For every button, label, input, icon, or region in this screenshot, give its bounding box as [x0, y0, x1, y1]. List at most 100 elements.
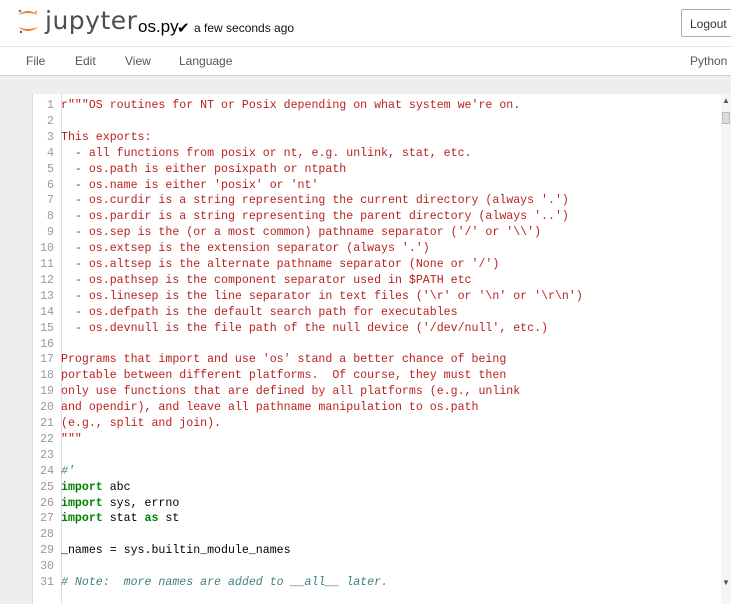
code-text: _names = sys.builtin_module_names	[61, 544, 291, 558]
code-line[interactable]: 19 only use functions that are defined by…	[33, 384, 723, 400]
line-number: 16	[40, 337, 54, 351]
code-text: - os.name is either 'posix' or 'nt'	[61, 178, 319, 192]
code-line[interactable]: 16	[33, 337, 723, 353]
code-token: abc	[102, 480, 131, 494]
code-editor[interactable]: 1 r"""OS routines for NT or Posix dependi…	[32, 94, 731, 604]
line-number: 31	[40, 576, 54, 589]
code-line[interactable]: 4 - all functions from posix or nt, e.g.…	[33, 146, 723, 162]
code-line[interactable]: 22 """	[33, 432, 723, 448]
code-text: r"""OS routines for NT or Posix dependin…	[61, 99, 521, 112]
code-text: - os.extsep is the extension separator (…	[61, 242, 430, 256]
scroll-up-icon[interactable]: ▲	[722, 96, 730, 105]
code-line[interactable]: 1 r"""OS routines for NT or Posix dependi…	[33, 98, 723, 114]
menu-view[interactable]: View	[125, 54, 151, 68]
line-number: 20	[40, 401, 54, 415]
line-number: 30	[40, 560, 54, 574]
code-line[interactable]: 8 - os.pardir is a string representing t…	[33, 209, 723, 225]
line-number: 17	[40, 353, 54, 367]
line-number: 6	[47, 178, 54, 192]
file-name[interactable]: os.py	[138, 17, 179, 37]
code-line[interactable]: 31 # Note: more names are added to __all_…	[33, 575, 723, 591]
logout-button[interactable]: Logout	[681, 9, 731, 37]
code-line[interactable]: 11 - os.altsep is the alternate pathname…	[33, 257, 723, 273]
code-text: #'	[61, 464, 75, 478]
code-line[interactable]: 17 Programs that import and use 'os' stan…	[33, 352, 723, 368]
code-line[interactable]: 5 - os.path is either posixpath or ntpat…	[33, 162, 723, 178]
line-number: 1	[47, 99, 54, 112]
code-line[interactable]: 6 - os.name is either 'posix' or 'nt'	[33, 178, 723, 194]
code-token: st	[158, 512, 180, 526]
line-number: 2	[47, 114, 54, 128]
menu-bar: File Edit View Language Python	[0, 46, 731, 76]
code-text: Programs that import and use 'os' stand …	[61, 353, 507, 367]
save-status: a few seconds ago	[194, 21, 295, 35]
jupyter-logo-icon	[18, 9, 38, 34]
code-text: - os.pardir is a string representing the…	[61, 210, 569, 224]
code-line[interactable]: 14 - os.defpath is the default search pa…	[33, 305, 723, 321]
code-text: - os.devnull is the file path of the nul…	[61, 321, 549, 335]
code-text: This exports:	[61, 130, 152, 144]
code-line[interactable]: 3 This exports:	[33, 130, 723, 146]
code-line[interactable]: 13 - os.linesep is the line separator in…	[33, 289, 723, 305]
code-line[interactable]: 15 - os.devnull is the file path of the …	[33, 321, 723, 337]
code-line[interactable]: 2	[33, 114, 723, 130]
code-line[interactable]: 27 import stat as st	[33, 511, 723, 527]
menu-edit[interactable]: Edit	[75, 54, 96, 68]
line-number: 29	[40, 544, 54, 558]
line-number: 13	[40, 289, 54, 303]
code-line[interactable]: 9 - os.sep is the (or a most common) pat…	[33, 225, 723, 241]
code-text: and opendir), and leave all pathname man…	[61, 401, 479, 415]
code-text: - os.sep is the (or a most common) pathn…	[61, 226, 542, 240]
menu-language[interactable]: Language	[179, 54, 232, 68]
code-text: - all functions from posix or nt, e.g. u…	[61, 146, 472, 160]
scrollbar-thumb[interactable]	[722, 112, 730, 124]
line-number: 24	[40, 464, 54, 478]
code-line[interactable]: 12 - os.pathsep is the component separat…	[33, 273, 723, 289]
scroll-down-icon[interactable]: ▼	[722, 578, 730, 587]
code-line[interactable]: 30	[33, 559, 723, 575]
keyword: import	[61, 512, 103, 526]
code-text: - os.altsep is the alternate pathname se…	[61, 258, 500, 271]
keyword: import	[61, 480, 103, 494]
line-number: 22	[40, 432, 54, 446]
code-text: import sys, errno	[61, 496, 179, 512]
jupyter-logo[interactable]: jupyter	[17, 6, 137, 36]
line-number: 27	[40, 512, 54, 526]
code-token: sys, errno	[102, 496, 180, 510]
menu-file[interactable]: File	[26, 54, 45, 68]
code-line[interactable]: 23	[33, 448, 723, 464]
keyword: import	[61, 496, 103, 510]
code-line[interactable]: 26 import sys, errno	[33, 496, 723, 512]
keyword: as	[144, 512, 159, 526]
code-line[interactable]: 7 - os.curdir is a string representing t…	[33, 193, 723, 209]
editor-scrollbar[interactable]: ▲ ▼	[721, 94, 731, 604]
line-number: 14	[40, 305, 54, 319]
code-line[interactable]: 21 (e.g., split and join).	[33, 416, 723, 432]
code-text: import abc	[61, 480, 131, 496]
code-text: - os.curdir is a string representing the…	[61, 194, 569, 208]
code-line[interactable]: 25 import abc	[33, 480, 723, 496]
code-text: - os.pathsep is the component separator …	[61, 273, 472, 287]
code-line[interactable]: 24 #'	[33, 464, 723, 480]
code-text: portable between different platforms. Of…	[61, 369, 507, 383]
notebook-header: jupyter os.py ✔ a few seconds ago Logout	[0, 0, 731, 46]
code-text: - os.path is either posixpath or ntpath	[61, 162, 347, 176]
code-text: (e.g., split and join).	[61, 417, 222, 430]
checkmark-icon: ✔	[177, 20, 190, 37]
code-text: import stat as st	[61, 511, 179, 527]
line-number: 7	[47, 194, 54, 208]
code-line[interactable]: 20 and opendir), and leave all pathname m…	[33, 400, 723, 416]
code-text: - os.linesep is the line separator in te…	[61, 289, 583, 303]
line-number: 3	[47, 130, 54, 144]
line-number: 28	[40, 528, 54, 542]
code-token: stat	[102, 512, 145, 526]
line-number: 26	[40, 496, 54, 510]
code-line[interactable]: 29 _names = sys.builtin_module_names	[33, 543, 723, 559]
line-number: 21	[40, 417, 54, 430]
code-line[interactable]: 28	[33, 527, 723, 543]
code-line[interactable]: 18 portable between different platforms. …	[33, 368, 723, 384]
line-number: 10	[40, 242, 54, 256]
code-line[interactable]: 10 - os.extsep is the extension separato…	[33, 241, 723, 257]
line-number: 9	[47, 226, 54, 240]
code-text: - os.defpath is the default search path …	[61, 305, 458, 319]
